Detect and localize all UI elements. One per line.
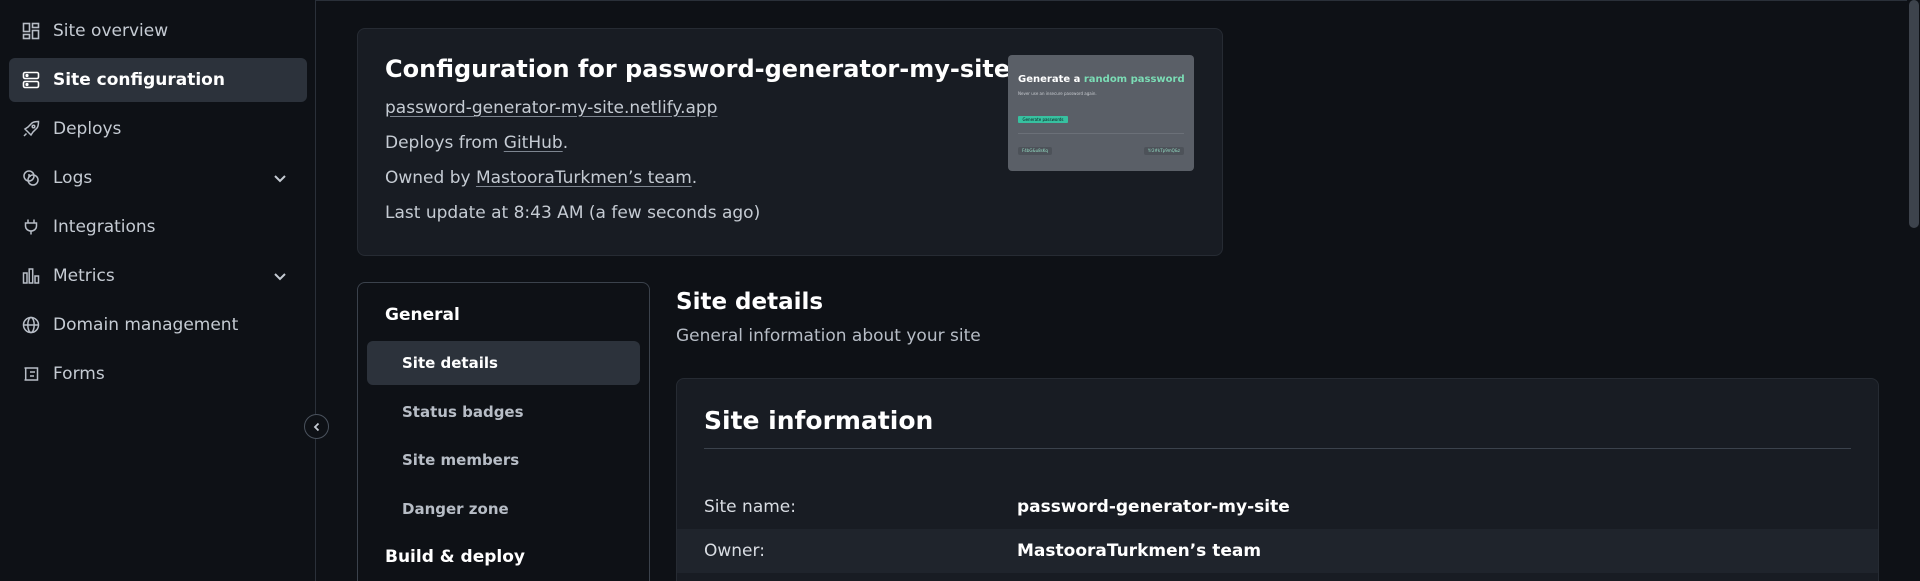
thumbnail-generate-button: Generate passwords [1018,116,1068,123]
chevron-down-icon[interactable] [271,169,289,187]
sidebar-item-forms[interactable]: Forms [9,352,307,396]
rocket-icon [21,119,41,139]
subnav-group-general[interactable]: General [385,305,460,325]
sidebar-item-metrics[interactable]: Metrics [9,254,307,298]
subnav-item-site-members[interactable]: Site members [367,438,640,482]
page-scrollbar[interactable] [1907,0,1920,581]
deploys-from-text: Deploys from GitHub. [385,133,568,153]
thumbnail-password-chip: Yr2#kTp9mQ&z [1143,147,1184,155]
grid-icon [21,21,41,41]
deploys-prefix: Deploys from [385,133,504,153]
settings-subnav: General Site details Status badges Site … [357,282,650,581]
configuration-card: Configuration for password-generator-my-… [357,28,1223,256]
sidebar-item-label: Forms [53,364,105,384]
page-title: Configuration for password-generator-my-… [385,55,1011,83]
globe-icon [21,315,41,335]
sidebar-item-label: Deploys [53,119,122,139]
info-row-site-name: Site name: password-generator-my-site [677,485,1878,529]
last-update-text: Last update at 8:43 AM (a few seconds ag… [385,203,761,223]
thumbnail-subtitle: Never use an insecure password again. [1018,91,1097,96]
site-preview-thumbnail[interactable]: Generate a random password Never use an … [1008,55,1194,171]
sidebar-item-label: Site overview [53,21,169,41]
plug-icon [21,217,41,237]
sidebar-item-integrations[interactable]: Integrations [9,205,307,249]
sidebar-item-label: Domain management [53,315,239,335]
info-label: Site name: [704,497,796,517]
thumbnail-password-chip: F4bG&u8sKq [1018,147,1052,155]
bar-chart-icon [21,266,41,286]
sidebar-item-label: Logs [53,168,93,188]
team-link[interactable]: MastooraTurkmen’s team [476,168,692,188]
sidebar-item-site-configuration[interactable]: Site configuration [9,58,307,102]
info-value: password-generator-my-site [1017,497,1290,517]
thumbnail-title-accent: random password [1083,74,1185,85]
sidebar-item-label: Metrics [53,266,115,286]
form-icon [21,364,41,384]
sidebar: Site overview Site configuration Deploys… [0,0,316,581]
card-divider [704,448,1851,449]
sidebar-item-deploys[interactable]: Deploys [9,107,307,151]
section-title: Site details [676,289,824,315]
deploys-suffix: . [562,133,569,153]
sidebar-item-label: Site configuration [53,70,225,90]
sidebar-item-label: Integrations [53,217,156,237]
subnav-item-status-badges[interactable]: Status badges [367,390,640,434]
github-link[interactable]: GitHub [504,133,563,153]
chevron-down-icon[interactable] [271,267,289,285]
scrollbar-thumb[interactable] [1909,0,1919,228]
site-information-card: Site information Site name: password-gen… [676,378,1879,581]
card-title: Site information [704,406,934,435]
info-value: MastooraTurkmen’s team [1017,541,1262,561]
sidebar-item-domain-management[interactable]: Domain management [9,303,307,347]
owned-by-text: Owned by MastooraTurkmen’s team. [385,168,697,188]
info-row-owner: Owner: MastooraTurkmen’s team [677,529,1878,573]
owned-prefix: Owned by [385,168,476,188]
subnav-group-build-deploy[interactable]: Build & deploy [385,547,525,567]
thumbnail-title-start: Generate a [1018,74,1084,85]
info-label: Owner: [704,541,765,561]
logs-icon [21,168,41,188]
thumbnail-divider [1018,133,1184,134]
server-icon [21,70,41,90]
sidebar-item-site-overview[interactable]: Site overview [9,9,307,53]
subnav-item-site-details[interactable]: Site details [367,341,640,385]
owned-suffix: . [691,168,698,188]
section-subtitle: General information about your site [676,326,981,346]
sidebar-item-logs[interactable]: Logs [9,156,307,200]
site-url-link[interactable]: password-generator-my-site.netlify.app [385,98,717,118]
subnav-item-danger-zone[interactable]: Danger zone [367,487,640,531]
thumbnail-title: Generate a random password [1018,74,1185,85]
main-content: Configuration for password-generator-my-… [317,0,1920,581]
